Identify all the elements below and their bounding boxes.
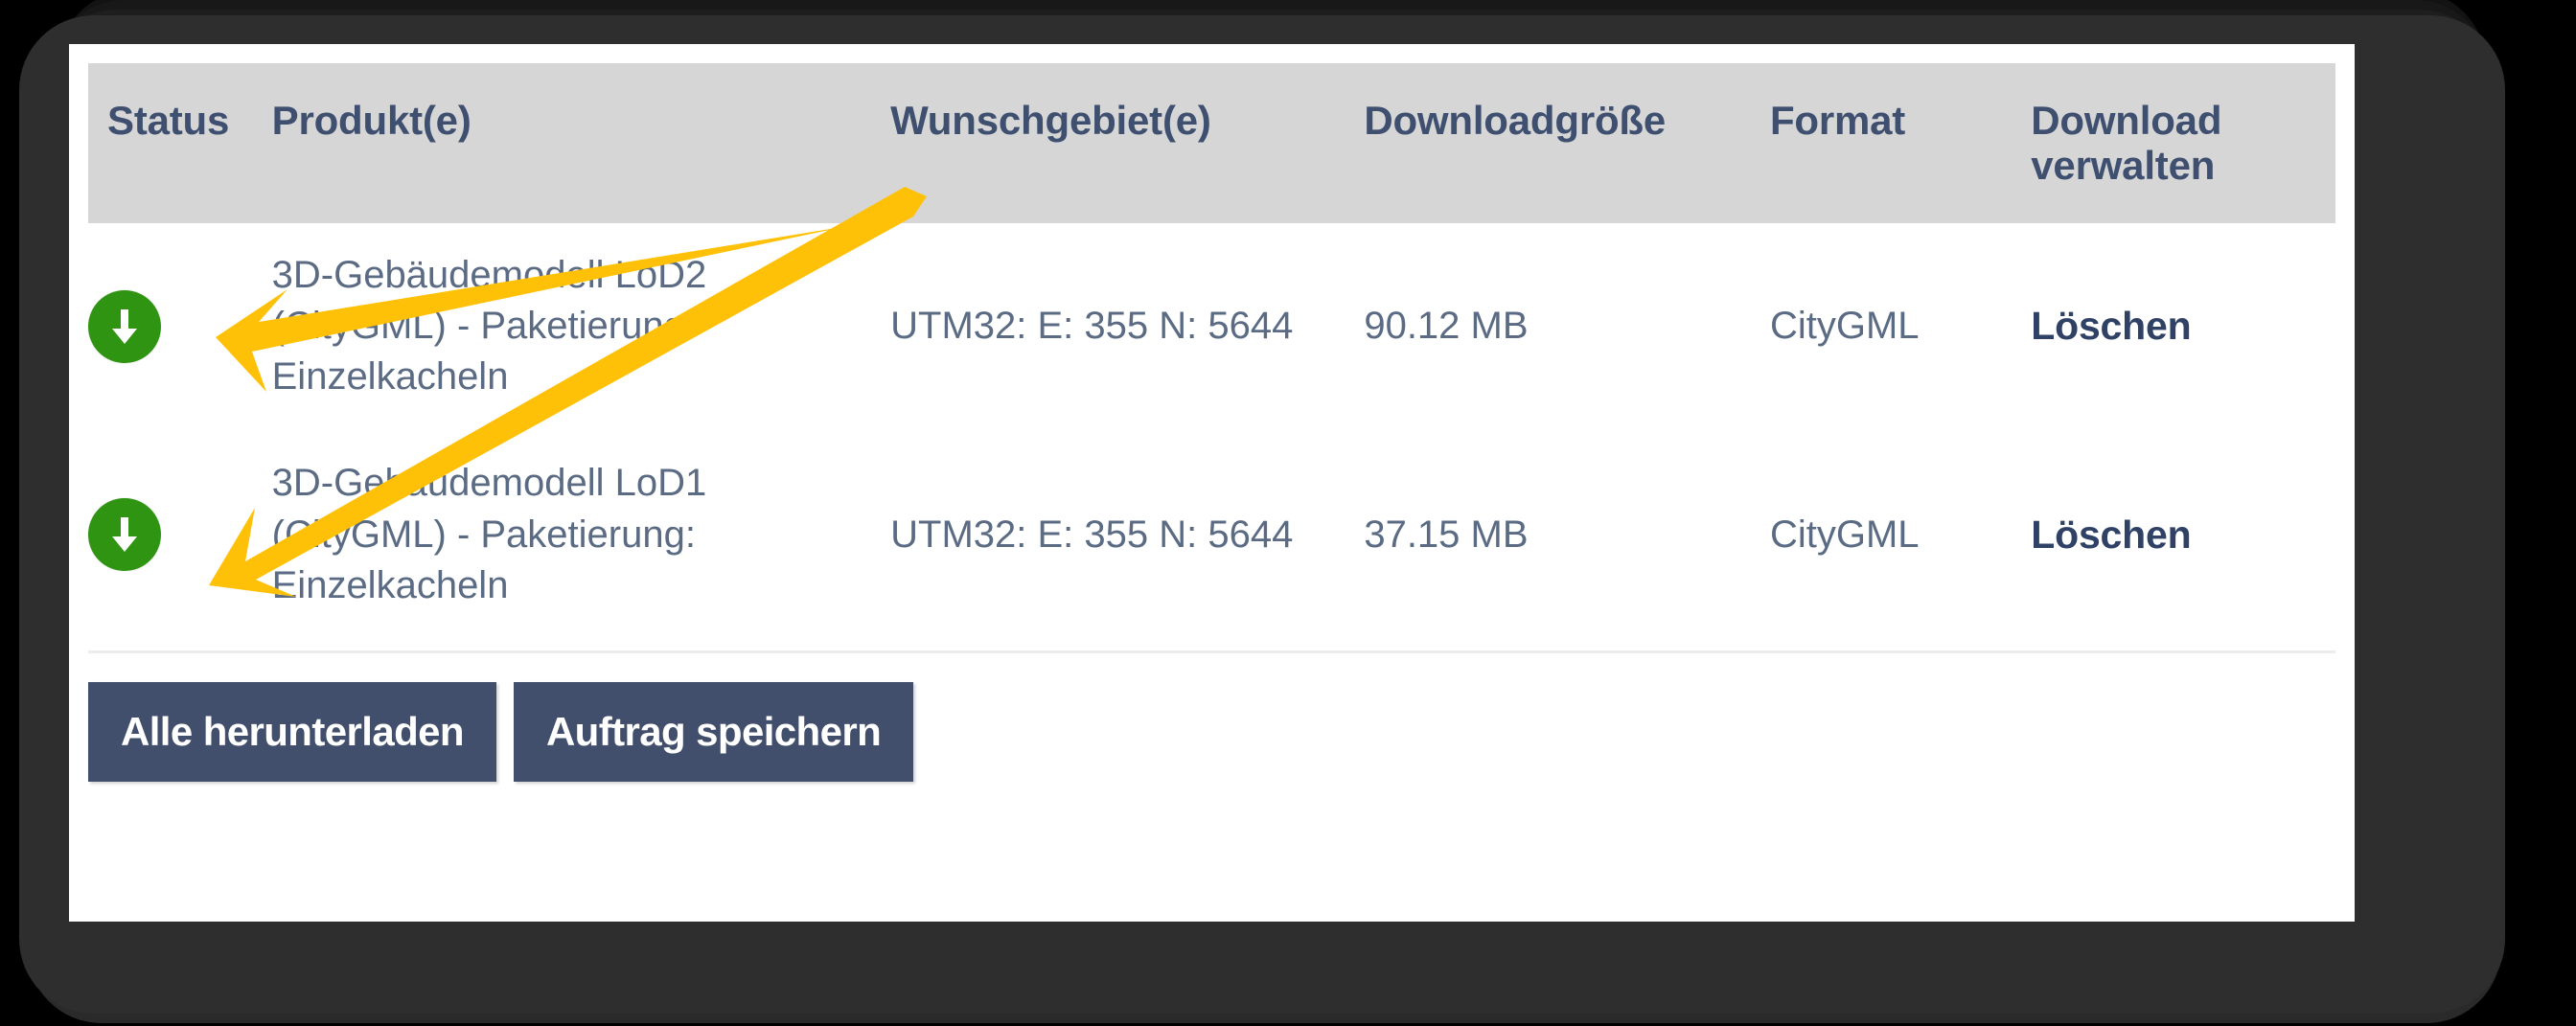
table-header-row: Status Produkt(e) Wunschgebiet(e) Downlo… bbox=[88, 63, 2335, 223]
cell-download-verwalten: Löschen bbox=[2031, 222, 2335, 431]
cell-download-verwalten: Löschen bbox=[2031, 429, 2335, 639]
download-circle-icon[interactable] bbox=[88, 498, 161, 572]
table-body: 3D-Gebäudemodell LoD2 (CityGML) - Paketi… bbox=[88, 222, 2335, 639]
product-name: 3D-Gebäudemodell LoD2 (CityGML) - Paketi… bbox=[271, 253, 707, 399]
download-all-button[interactable]: Alle herunterladen bbox=[88, 682, 496, 782]
column-header-downloadgroesse: Downloadgröße bbox=[1364, 63, 1770, 223]
download-table: Status Produkt(e) Wunschgebiet(e) Downlo… bbox=[88, 63, 2335, 639]
cell-downloadgroesse: 37.15 MB bbox=[1364, 429, 1770, 639]
table-header: Status Produkt(e) Wunschgebiet(e) Downlo… bbox=[88, 63, 2335, 223]
download-cart-card: Status Produkt(e) Wunschgebiet(e) Downlo… bbox=[69, 44, 2355, 922]
cell-downloadgroesse: 90.12 MB bbox=[1364, 222, 1770, 431]
table-row: 3D-Gebäudemodell LoD1 (CityGML) - Paketi… bbox=[88, 429, 2335, 639]
cell-produkt: 3D-Gebäudemodell LoD1 (CityGML) - Paketi… bbox=[271, 429, 891, 639]
cell-format: CityGML bbox=[1769, 429, 2032, 639]
column-header-produkt: Produkt(e) bbox=[271, 63, 891, 223]
cell-wunschgebiet: UTM32: E: 355 N: 5644 bbox=[890, 429, 1365, 639]
column-header-download-verwalten: Download verwalten bbox=[2031, 63, 2335, 223]
cell-status bbox=[88, 429, 272, 639]
product-name: 3D-Gebäudemodell LoD1 (CityGML) - Paketi… bbox=[271, 462, 707, 606]
column-header-status: Status bbox=[88, 63, 272, 223]
save-order-button[interactable]: Auftrag speichern bbox=[513, 682, 914, 782]
delete-link[interactable]: Löschen bbox=[2031, 513, 2191, 557]
download-circle-icon[interactable] bbox=[88, 289, 161, 363]
table-bottom-divider bbox=[88, 650, 2335, 653]
column-header-wunschgebiet: Wunschgebiet(e) bbox=[890, 63, 1365, 223]
cell-format: CityGML bbox=[1769, 222, 2032, 431]
cell-wunschgebiet: UTM32: E: 355 N: 5644 bbox=[890, 222, 1365, 431]
cell-produkt: 3D-Gebäudemodell LoD2 (CityGML) - Paketi… bbox=[271, 222, 891, 431]
delete-link[interactable]: Löschen bbox=[2031, 304, 2191, 348]
table-row: 3D-Gebäudemodell LoD2 (CityGML) - Paketi… bbox=[88, 222, 2335, 431]
action-button-bar: Alle herunterladen Auftrag speichern bbox=[88, 682, 914, 782]
column-header-format: Format bbox=[1769, 63, 2032, 223]
cell-status bbox=[88, 222, 272, 431]
